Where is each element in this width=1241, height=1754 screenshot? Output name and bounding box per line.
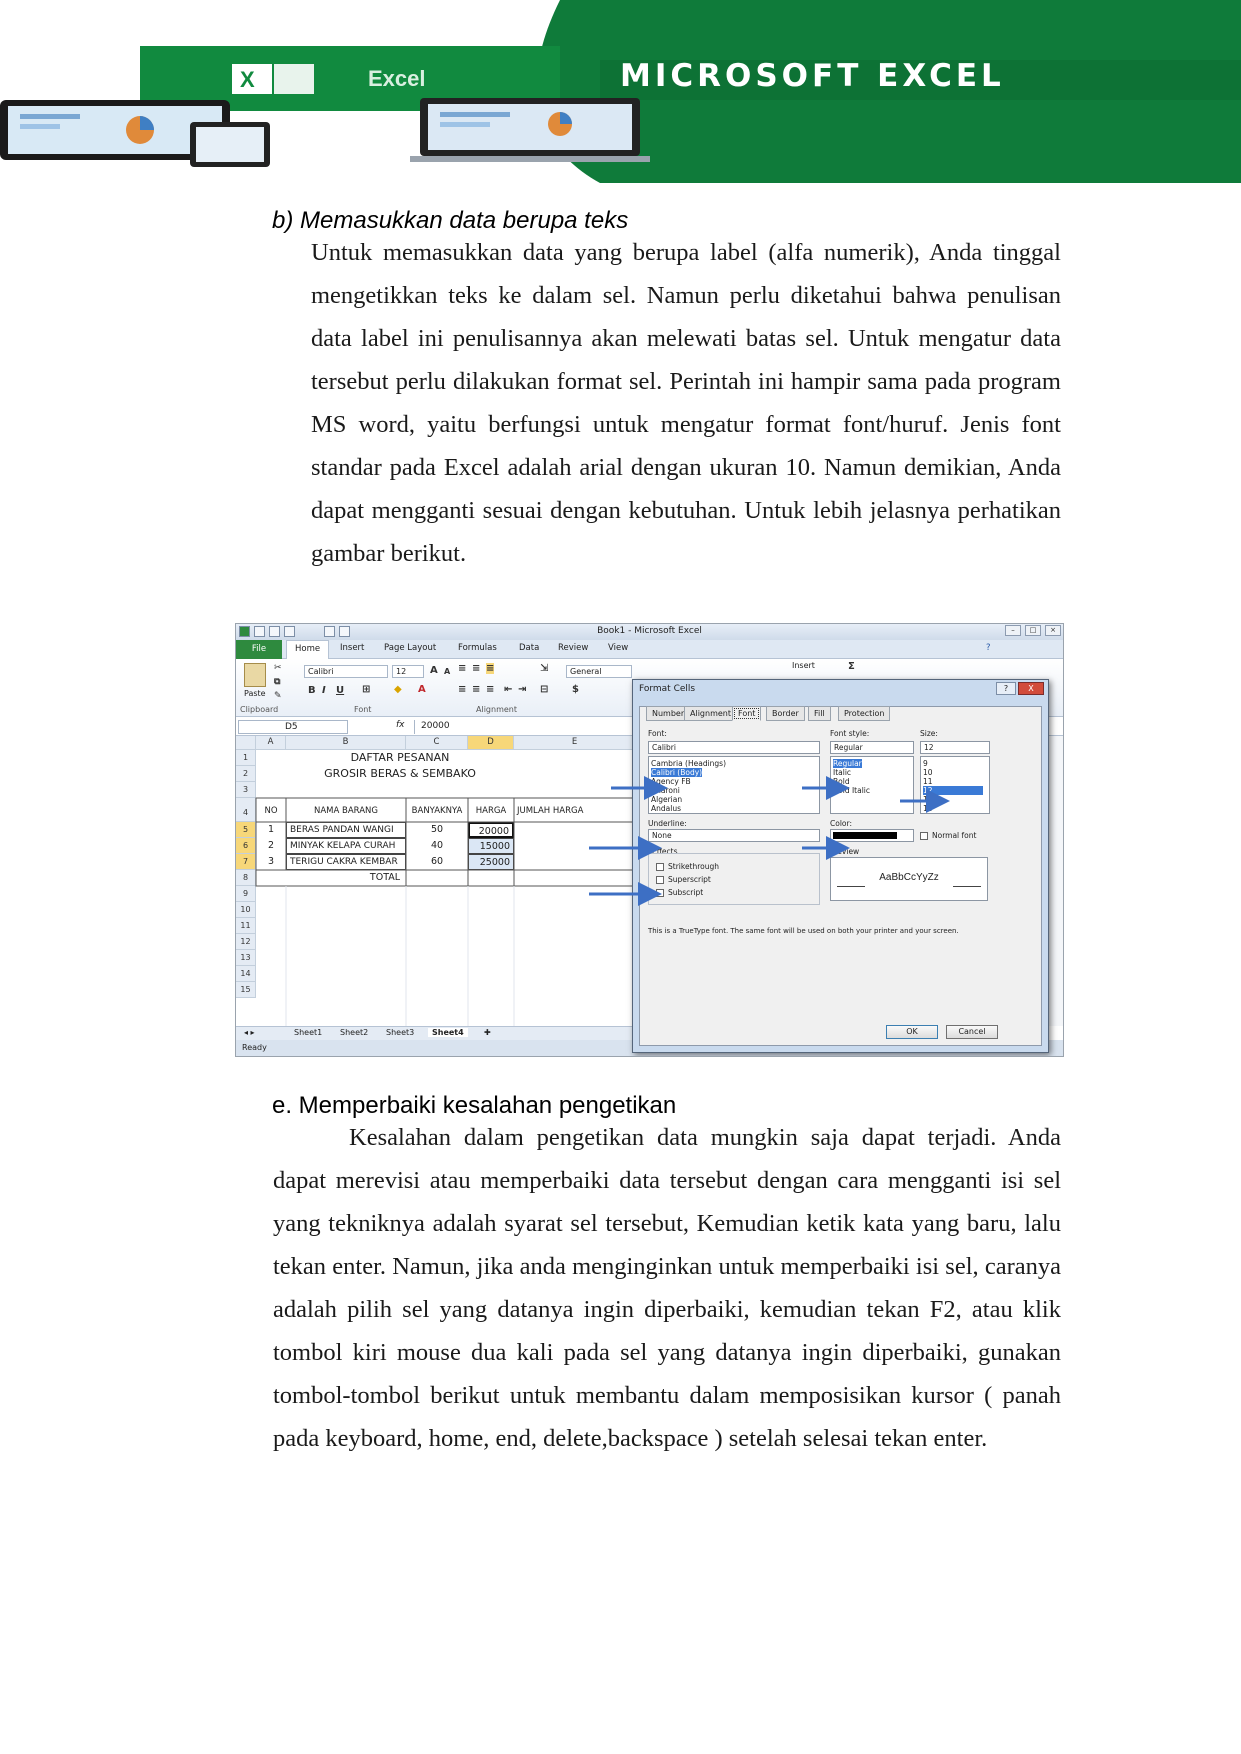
banner-title: MICROSOFT EXCEL bbox=[620, 58, 1005, 94]
svg-text:X: X bbox=[240, 67, 255, 92]
section-b-paragraph: Untuk memasukkan data yang berupa label … bbox=[311, 239, 1061, 567]
header-banner: X Excel MICROSOFT EXCEL bbox=[0, 0, 1241, 183]
excel-screenshot: Book1 - Microsoft Excel – □ × File Home … bbox=[235, 623, 1064, 1057]
excel-logo-word: Excel bbox=[368, 66, 426, 91]
annotation-arrows bbox=[589, 776, 950, 906]
section-e-paragraph: Kesalahan dalam pengetikan data mungkin … bbox=[273, 1124, 1061, 1452]
